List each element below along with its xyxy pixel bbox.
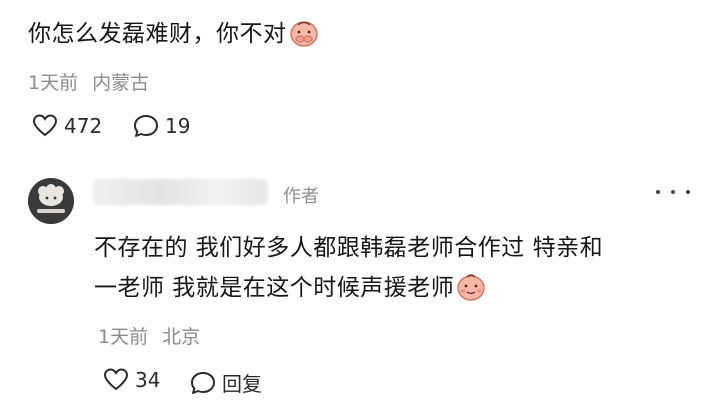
reply-text-line-1: 不存在的 我们好多人都跟韩磊老师合作过 特亲和 xyxy=(94,235,604,261)
dot-icon xyxy=(656,190,660,194)
like-button[interactable]: 472 xyxy=(32,114,102,138)
reply-like-count: 34 xyxy=(135,368,161,392)
reply-button[interactable]: 19 xyxy=(133,114,190,138)
sheep-avatar-icon xyxy=(28,178,74,224)
heart-icon xyxy=(103,368,129,392)
comment-time: 1天前 xyxy=(28,72,79,94)
shy-face-emoji-icon xyxy=(289,19,319,47)
reply-meta: 1天前 北京 xyxy=(98,322,200,349)
reply-text-line-2: 一老师 我就是在这个时候声援老师 xyxy=(94,268,486,302)
dot-icon xyxy=(686,190,690,194)
like-count: 472 xyxy=(64,114,103,138)
comment-bubble-icon xyxy=(133,114,159,138)
comment-meta: 1天前 内蒙古 xyxy=(28,68,149,95)
author-badge: 作者 xyxy=(283,186,319,207)
more-options-button[interactable] xyxy=(656,180,690,204)
reply-label: 回复 xyxy=(222,372,262,396)
comment-text: 你怎么发磊难财，你不对 xyxy=(28,14,319,48)
reply-reply-button[interactable]: 回复 xyxy=(190,368,262,397)
username-redacted[interactable] xyxy=(92,179,268,205)
reply-location: 北京 xyxy=(162,326,201,348)
comment-bubble-icon xyxy=(190,371,216,395)
smiling-face-emoji-icon xyxy=(456,273,486,301)
reply-count: 19 xyxy=(165,114,191,138)
dot-icon xyxy=(671,190,675,194)
reply-time: 1天前 xyxy=(98,326,149,348)
heart-icon xyxy=(32,114,58,138)
reply-like-button[interactable]: 34 xyxy=(103,368,160,392)
comment-location: 内蒙古 xyxy=(92,72,150,94)
avatar[interactable] xyxy=(28,178,74,224)
